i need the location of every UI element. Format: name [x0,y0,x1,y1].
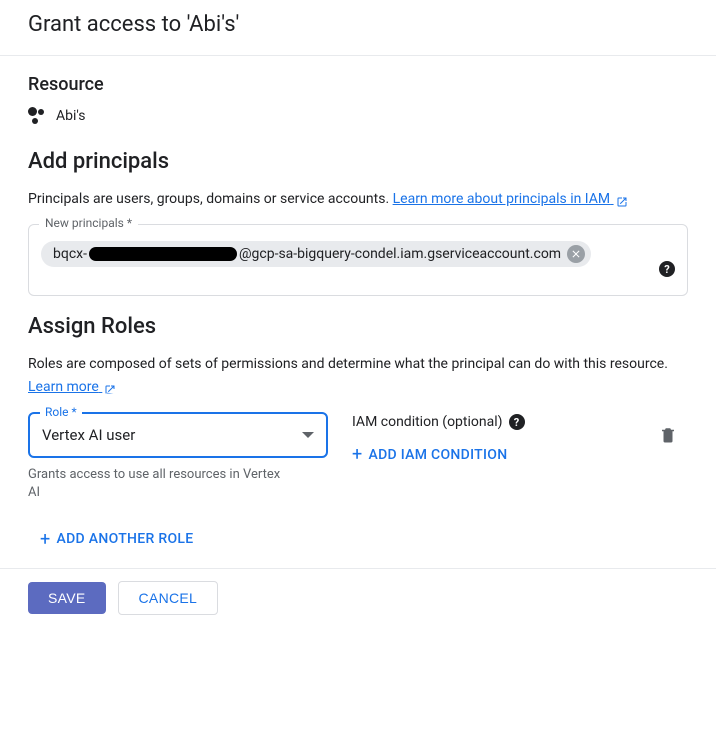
chip-remove-icon[interactable] [567,245,585,263]
role-row: Role * Vertex AI user Grants access to u… [28,412,688,502]
add-iam-condition-button[interactable]: + Add IAM condition [352,436,507,473]
add-role-label: Add Another Role [57,531,194,547]
plus-icon: + [40,529,51,550]
roles-desc-text: Roles are composed of sets of permission… [28,356,668,372]
chip-prefix: bqcx- [53,246,87,262]
resource-name: Abi's [56,108,86,124]
help-icon[interactable]: ? [659,261,675,277]
principals-desc-text: Principals are users, groups, domains or… [28,191,393,207]
principal-chip-text: bqcx- @gcp-sa-bigquery-condel.iam.gservi… [53,246,561,262]
principals-description: Principals are users, groups, domains or… [28,188,688,210]
resource-section: Resource Abi's [0,56,716,125]
trash-icon[interactable] [659,426,677,446]
add-another-role-button[interactable]: + Add Another Role [40,521,193,558]
redacted-text [89,247,237,261]
new-principals-field[interactable]: New principals * bqcx- @gcp-sa-bigquery-… [28,224,688,296]
roles-heading: Assign Roles [28,314,688,339]
role-select-label: Role * [40,405,82,419]
resource-heading: Resource [28,74,688,95]
chevron-down-icon [302,432,314,438]
cancel-button[interactable]: Cancel [118,581,219,615]
resource-icon [28,107,46,125]
add-role-section: + Add Another Role [0,503,716,568]
roles-learn-more-link[interactable]: Learn more [28,379,116,395]
resource-item: Abi's [28,107,688,125]
iam-condition-label-row: IAM condition (optional) ? [352,414,624,430]
new-principals-label: New principals * [39,216,138,230]
external-link-icon [104,381,116,393]
chip-suffix: @gcp-sa-bigquery-condel.iam.gserviceacco… [239,246,561,262]
page-title: Grant access to 'Abi's' [28,12,688,37]
roles-description: Roles are composed of sets of permission… [28,353,688,398]
principals-heading: Add principals [28,149,688,174]
add-condition-label: Add IAM condition [369,447,508,463]
plus-icon: + [352,444,363,465]
footer: Save Cancel [0,568,716,627]
iam-condition-label: IAM condition (optional) [352,414,503,430]
principal-chip[interactable]: bqcx- @gcp-sa-bigquery-condel.iam.gservi… [41,241,591,267]
principals-learn-link-text: Learn more about principals in IAM [393,191,610,207]
save-button[interactable]: Save [28,582,106,614]
dialog-header: Grant access to 'Abi's' [0,0,716,56]
external-link-icon [616,193,628,205]
delete-role-column [648,412,688,446]
role-select-value: Vertex AI user [42,426,135,444]
principals-learn-more-link[interactable]: Learn more about principals in IAM [393,191,628,207]
roles-section: Assign Roles Roles are composed of sets … [0,296,716,502]
principals-section: Add principals Principals are users, gro… [0,131,716,296]
role-select-column: Role * Vertex AI user Grants access to u… [28,412,328,502]
role-hint: Grants access to use all resources in Ve… [28,466,288,502]
help-icon[interactable]: ? [509,414,525,430]
roles-learn-link-text: Learn more [28,379,99,395]
role-select[interactable]: Role * Vertex AI user [28,412,328,458]
iam-condition-column: IAM condition (optional) ? + Add IAM con… [352,412,624,473]
